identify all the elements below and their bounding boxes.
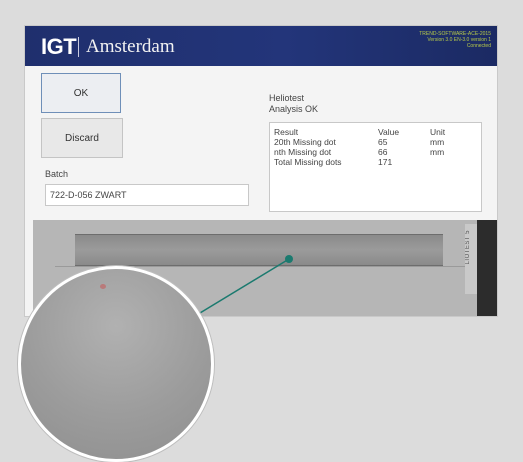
- magnifier-lens: [18, 266, 214, 462]
- missing-dot-highlight: [100, 284, 106, 289]
- callout-leader-line: [194, 258, 290, 316]
- callout-marker: [285, 255, 293, 263]
- callout-line: [194, 258, 290, 316]
